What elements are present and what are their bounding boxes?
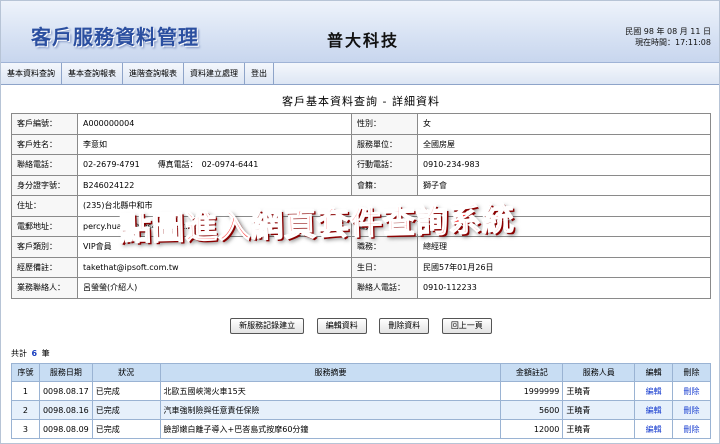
cell-staff: 王曉青	[562, 419, 636, 439]
col-header-delete: 刪除	[672, 363, 711, 382]
header-banner: 客戶服務資料管理 普大科技 民國 98 年 08 月 11 日 現在時間：17:…	[1, 1, 719, 63]
unit-label: 服務單位：	[351, 133, 418, 155]
customer-id-label: 客戶編號：	[11, 113, 78, 135]
customer-id-value: A000000004	[77, 113, 352, 135]
cell-amount: 1999999	[500, 381, 564, 401]
history-label: 經歷備註：	[11, 256, 78, 278]
service-record-table: 序號 服務日期 狀況 服務摘要 金額註記 服務人員 編輯 刪除 1 0098.0…	[11, 363, 711, 439]
date-text: 民國 98 年 08 月 11 日	[625, 27, 711, 36]
mobile-value: 0910-234-983	[417, 154, 711, 176]
date-time-box: 民國 98 年 08 月 11 日 現在時間：17:11:08	[625, 26, 711, 48]
col-header-summary: 服務摘要	[159, 363, 502, 382]
menu-data-entry[interactable]: 資料建立處理	[184, 63, 245, 85]
table-row: 3 0098.08.09 已完成 臉部嫩白離子導入+巴峇島式按摩60分鐘 120…	[11, 419, 711, 439]
app-window: 客戶服務資料管理 普大科技 民國 98 年 08 月 11 日 現在時間：17:…	[0, 0, 720, 444]
cell-amount: 12000	[500, 419, 564, 439]
count-value: 6	[31, 349, 38, 358]
phone-label: 聯絡電話：	[11, 154, 78, 176]
record-count: 共計 6 筆	[11, 348, 50, 359]
unit-value: 全國房屋	[417, 133, 711, 155]
detail-row: 業務聯絡人： 呂螢螢(介紹人) 聯絡人電話： 0910-112233	[11, 277, 711, 299]
gender-value: 女	[417, 113, 711, 135]
gender-label: 性別：	[351, 113, 418, 135]
col-header-seq: 序號	[11, 363, 40, 382]
birthday-label: 生日：	[351, 256, 418, 278]
app-title: 客戶服務資料管理	[31, 25, 199, 49]
contact-phone-value: 0910-112233	[417, 277, 711, 299]
delete-link[interactable]: 刪除	[672, 400, 711, 420]
delete-link[interactable]: 刪除	[672, 381, 711, 401]
fax-label: 傳真電話：	[157, 160, 198, 170]
count-prefix: 共計	[11, 349, 27, 358]
id-no-label: 身分證字號：	[11, 174, 78, 196]
cell-amount: 5600	[500, 400, 564, 420]
cell-seq: 2	[11, 400, 40, 420]
mobile-label: 行動電話：	[351, 154, 418, 176]
menu-logout[interactable]: 登出	[245, 63, 274, 85]
detail-row: 身分證字號： B246024122 會籍： 獅子會	[11, 174, 711, 196]
edit-data-button[interactable]: 編輯資料	[316, 318, 367, 334]
main-content: 客戶基本資料查詢 - 詳細資料 客戶編號： A000000004 性別： 女 客…	[11, 93, 711, 334]
delete-link[interactable]: 刪除	[672, 419, 711, 439]
name-value: 李意如	[77, 133, 352, 155]
category-label: 客戶類別：	[11, 236, 78, 258]
cell-summary: 北歐五國峽灣火車15天	[159, 381, 502, 401]
company-name: 普大科技	[327, 31, 400, 50]
cell-staff: 王曉青	[562, 400, 636, 420]
phone-cell: 02-2679-4791 傳真電話： 02-0974-6441	[77, 154, 352, 176]
cell-status: 已完成	[91, 381, 161, 401]
new-service-record-button[interactable]: 新服務記錄建立	[230, 318, 305, 334]
col-header-amount: 金額註記	[500, 363, 564, 382]
fax-value: 02-0974-6441	[201, 160, 259, 170]
cell-date: 0098.08.16	[38, 400, 93, 420]
table-row: 1 0098.08.17 已完成 北歐五國峽灣火車15天 1999999 王曉青…	[11, 381, 711, 401]
col-header-edit: 編輯	[634, 363, 674, 382]
table-row: 2 0098.08.16 已完成 汽車強制險與任意責任保險 5600 王曉青 編…	[11, 400, 711, 420]
menu-basic-query[interactable]: 基本資料查詢	[1, 63, 62, 85]
email-label: 電郵地址：	[11, 215, 78, 237]
contact-label: 業務聯絡人：	[11, 277, 78, 299]
contact-phone-label: 聯絡人電話：	[351, 277, 418, 299]
page-title: 客戶基本資料查詢 - 詳細資料	[282, 95, 440, 108]
delete-data-button[interactable]: 刪除資料	[379, 318, 430, 334]
cell-date: 0098.08.09	[38, 419, 93, 439]
detail-row: 經歷備註： takethat@ipsoft.com.tw 生日： 民國57年01…	[11, 256, 711, 278]
phone-value: 02-2679-4791	[83, 160, 140, 170]
action-buttons: 新服務記錄建立 編輯資料 刪除資料 回上一頁	[11, 318, 711, 336]
edit-link[interactable]: 編輯	[634, 400, 674, 420]
col-header-status: 狀況	[91, 363, 161, 382]
cell-seq: 1	[11, 381, 40, 401]
table-header-row: 序號 服務日期 狀況 服務摘要 金額註記 服務人員 編輯 刪除	[11, 363, 711, 382]
cell-status: 已完成	[91, 400, 161, 420]
detail-row: 聯絡電話： 02-2679-4791 傳真電話： 02-0974-6441 行動電話…	[11, 154, 711, 176]
detail-row: 客戶姓名： 李意如 服務單位： 全國房屋	[11, 133, 711, 155]
id-no-value: B246024122	[77, 174, 352, 196]
time-text: 現在時間：17:11:08	[635, 38, 711, 47]
menu-advanced-report[interactable]: 進階查詢報表	[123, 63, 184, 85]
birthday-value: 民國57年01月26日	[417, 256, 711, 278]
menu-basic-report[interactable]: 基本查詢報表	[62, 63, 123, 85]
col-header-staff: 服務人員	[562, 363, 636, 382]
cell-staff: 王曉青	[562, 381, 636, 401]
address-label: 住址：	[11, 195, 78, 217]
edit-link[interactable]: 編輯	[634, 419, 674, 439]
society-label: 會籍：	[351, 174, 418, 196]
cell-summary: 汽車強制險與任意責任保險	[159, 400, 502, 420]
cell-seq: 3	[11, 419, 40, 439]
cell-status: 已完成	[91, 419, 161, 439]
col-header-date: 服務日期	[38, 363, 93, 382]
menu-bar: 基本資料查詢 基本查詢報表 進階查詢報表 資料建立處理 登出	[1, 63, 719, 85]
cell-date: 0098.08.17	[38, 381, 93, 401]
name-label: 客戶姓名：	[11, 133, 78, 155]
edit-link[interactable]: 編輯	[634, 381, 674, 401]
count-suffix: 筆	[41, 349, 50, 358]
society-value: 獅子會	[417, 174, 711, 196]
detail-row: 客戶編號： A000000004 性別： 女	[11, 113, 711, 135]
history-value: takethat@ipsoft.com.tw	[77, 256, 352, 278]
contact-value: 呂螢螢(介紹人)	[77, 277, 352, 299]
back-button[interactable]: 回上一頁	[441, 318, 492, 334]
cell-summary: 臉部嫩白離子導入+巴峇島式按摩60分鐘	[159, 419, 502, 439]
